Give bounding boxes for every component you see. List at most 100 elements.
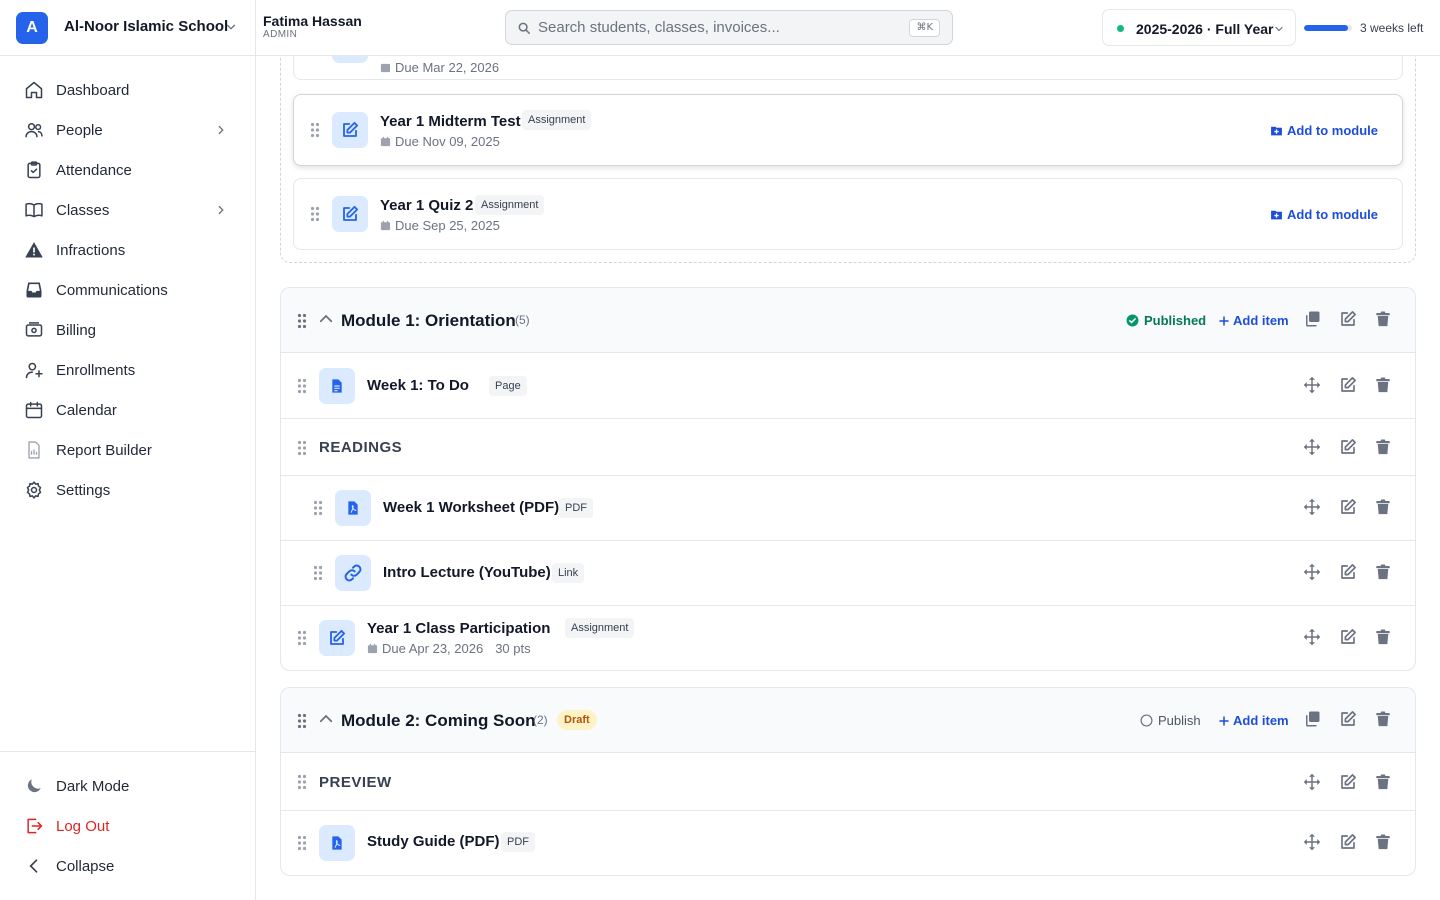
- drag-handle-icon[interactable]: [313, 500, 323, 516]
- drag-handle-icon[interactable]: [297, 774, 307, 790]
- move-icon[interactable]: [1303, 376, 1323, 396]
- page-icon: [319, 368, 355, 404]
- move-icon[interactable]: [1303, 438, 1323, 458]
- edit-icon[interactable]: [1339, 773, 1359, 793]
- trash-icon[interactable]: [1374, 376, 1394, 396]
- sidebar-item-billing[interactable]: Billing: [16, 312, 240, 348]
- sidebar-item-communications[interactable]: Communications: [16, 272, 240, 308]
- duplicate-icon[interactable]: [1303, 710, 1323, 730]
- module-item-row[interactable]: Year 1 Class Participation Assignment Du…: [281, 606, 1415, 670]
- edit-icon[interactable]: [1339, 498, 1359, 518]
- chevron-down-icon[interactable]: [224, 20, 238, 34]
- edit-icon[interactable]: [1339, 710, 1359, 730]
- trash-icon[interactable]: [1374, 628, 1394, 648]
- assignment-card[interactable]: Year 1 Midterm Test Assignment Due Nov 0…: [293, 94, 1403, 166]
- publish-status-toggle[interactable]: Published: [1126, 313, 1206, 328]
- sidebar-item-people[interactable]: People: [16, 112, 240, 148]
- item-title[interactable]: Year 1 Midterm Test: [380, 113, 521, 130]
- move-icon[interactable]: [1303, 498, 1323, 518]
- item-title[interactable]: Year 1 Quiz 2: [380, 197, 473, 214]
- trash-icon[interactable]: [1374, 833, 1394, 853]
- collapse-sidebar-button[interactable]: Collapse: [16, 848, 240, 884]
- chevron-up-icon[interactable]: [317, 710, 337, 730]
- drag-handle-icon[interactable]: [310, 206, 320, 222]
- item-title[interactable]: Intro Lecture (YouTube): [383, 564, 551, 581]
- sidebar-item-settings[interactable]: Settings: [16, 472, 240, 508]
- item-title[interactable]: Study Guide (PDF): [367, 833, 500, 850]
- assignment-card[interactable]: Year 1 Quiz 2 Assignment Due Sep 25, 202…: [293, 178, 1403, 250]
- sidebar-item-infractions[interactable]: Infractions: [16, 232, 240, 268]
- school-name[interactable]: Al-Noor Islamic School: [64, 18, 228, 35]
- school-logo[interactable]: A: [16, 12, 48, 44]
- move-icon[interactable]: [1303, 833, 1323, 853]
- drag-handle-icon[interactable]: [310, 122, 320, 138]
- chevron-up-icon[interactable]: [317, 310, 337, 330]
- item-title[interactable]: Year 1 Class Participation: [367, 620, 550, 637]
- drag-handle-icon[interactable]: [297, 378, 307, 394]
- edit-icon[interactable]: [1339, 563, 1359, 583]
- trash-icon[interactable]: [1374, 710, 1394, 730]
- module-header[interactable]: Module 2: Coming Soon (2) Draft Publish …: [281, 688, 1415, 753]
- school-year-select[interactable]: 2025-2026 · Full Year: [1102, 9, 1296, 46]
- sidebar-item-dashboard[interactable]: Dashboard: [16, 72, 240, 108]
- chevron-right-icon: [214, 123, 228, 137]
- move-icon[interactable]: [1303, 773, 1323, 793]
- sidebar-item-enrollments[interactable]: Enrollments: [16, 352, 240, 388]
- edit-icon[interactable]: [1339, 628, 1359, 648]
- move-icon[interactable]: [1303, 628, 1323, 648]
- billing-icon: [24, 320, 44, 340]
- edit-icon[interactable]: [1339, 833, 1359, 853]
- drag-handle-icon[interactable]: [297, 440, 307, 456]
- trash-icon[interactable]: [1374, 438, 1394, 458]
- edit-icon[interactable]: [1339, 438, 1359, 458]
- add-item-button[interactable]: Add item: [1218, 313, 1289, 328]
- edit-icon[interactable]: [1339, 376, 1359, 396]
- module-item-row[interactable]: Study Guide (PDF) PDF: [281, 811, 1415, 875]
- module-item-row[interactable]: Week 1: To Do Page: [281, 353, 1415, 419]
- sidebar-item-attendance[interactable]: Attendance: [16, 152, 240, 188]
- trash-icon[interactable]: [1374, 563, 1394, 583]
- drag-handle-icon[interactable]: [297, 630, 307, 646]
- trash-icon[interactable]: [1374, 498, 1394, 518]
- module-header[interactable]: Module 1: Orientation (5) Published Add …: [281, 288, 1415, 353]
- search-box[interactable]: ⌘K: [505, 10, 953, 45]
- edit-icon[interactable]: [1339, 310, 1359, 330]
- drag-handle-icon[interactable]: [297, 713, 307, 729]
- section-header-row[interactable]: READINGS: [281, 419, 1415, 476]
- add-item-button[interactable]: Add item: [1218, 713, 1289, 728]
- sidebar-item-calendar[interactable]: Calendar: [16, 392, 240, 428]
- search-input[interactable]: [538, 11, 898, 44]
- sidebar-item-classes[interactable]: Classes: [16, 192, 240, 228]
- sidebar-item-report-builder[interactable]: Report Builder: [16, 432, 240, 468]
- check-circle-icon: [1126, 314, 1139, 327]
- assignment-card-partial[interactable]: Due Mar 22, 2026: [293, 56, 1403, 80]
- sidebar-divider: [0, 751, 255, 752]
- trash-icon[interactable]: [1374, 310, 1394, 330]
- topbar-divider: [255, 0, 256, 56]
- module-item-row[interactable]: Week 1 Worksheet (PDF) PDF: [281, 476, 1415, 541]
- publish-status-toggle[interactable]: Publish: [1140, 713, 1201, 728]
- duplicate-icon[interactable]: [1303, 310, 1323, 330]
- drag-handle-icon[interactable]: [297, 313, 307, 329]
- item-type-badge: Link: [552, 563, 585, 583]
- home-icon: [24, 80, 44, 100]
- module-item-row[interactable]: Intro Lecture (YouTube) Link: [281, 541, 1415, 606]
- add-to-module-label: Add to module: [1287, 123, 1378, 138]
- drag-handle-icon[interactable]: [297, 835, 307, 851]
- section-header-row[interactable]: PREVIEW: [281, 753, 1415, 811]
- move-icon[interactable]: [1303, 563, 1323, 583]
- drag-handle-icon[interactable]: [313, 565, 323, 581]
- logout-button[interactable]: Log Out: [16, 808, 240, 844]
- sidebar-item-label: Enrollments: [56, 362, 136, 379]
- item-title[interactable]: Week 1: To Do: [367, 377, 469, 394]
- item-title[interactable]: Week 1 Worksheet (PDF): [383, 499, 559, 516]
- add-to-module-button[interactable]: Add to module: [1270, 207, 1378, 222]
- due-date-text: Due Mar 22, 2026: [395, 60, 500, 75]
- dark-mode-toggle[interactable]: Dark Mode: [16, 768, 240, 804]
- trash-icon[interactable]: [1374, 773, 1394, 793]
- dark-mode-label: Dark Mode: [56, 778, 130, 795]
- sidebar-item-label: Billing: [56, 322, 97, 339]
- year-progress-bar: [1304, 25, 1352, 31]
- add-to-module-button[interactable]: Add to module: [1270, 123, 1378, 138]
- publish-status-label: Publish: [1158, 713, 1201, 728]
